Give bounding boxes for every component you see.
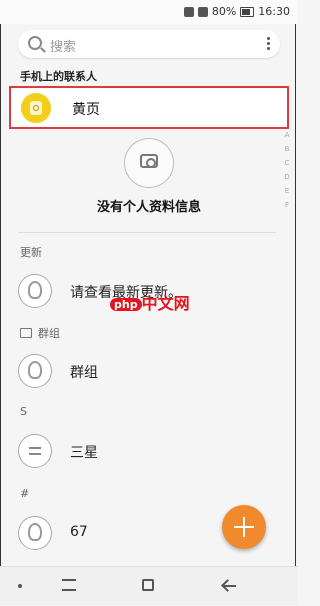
recent-apps-icon[interactable]	[62, 579, 76, 591]
samsung-icon	[29, 447, 41, 455]
yellow-pages-icon	[21, 93, 51, 123]
contact-67-avatar	[18, 516, 52, 550]
index-letter[interactable]: B	[282, 142, 292, 156]
navigation-bar	[0, 566, 298, 605]
profile-photo-button[interactable]	[124, 138, 174, 188]
watermark-php: php	[110, 298, 142, 311]
more-options-icon[interactable]	[267, 37, 270, 51]
yellow-pages-label: 黄页	[72, 102, 100, 118]
home-icon[interactable]	[142, 579, 154, 591]
index-letter[interactable]: F	[282, 198, 292, 212]
group-row[interactable]: 群组	[18, 352, 278, 392]
profile-empty-text: 没有个人资料信息	[96, 200, 201, 215]
section-s: S	[20, 405, 27, 418]
search-bar[interactable]: 搜索	[18, 30, 280, 58]
battery-icon	[240, 6, 255, 17]
search-icon	[28, 36, 42, 50]
watermark: php 中文网	[110, 290, 190, 314]
status-right: 80% 16:30	[183, 5, 290, 18]
samsung-label: 三星	[70, 445, 98, 461]
plus-icon	[234, 517, 254, 537]
alphabet-index[interactable]: A B C D E F	[282, 128, 292, 212]
group-label: 群组	[70, 365, 98, 381]
section-groups-label: 群组	[38, 327, 60, 340]
index-letter[interactable]: E	[282, 184, 292, 198]
person-icon	[28, 523, 42, 541]
person-icon	[28, 281, 42, 299]
yellow-pages-row[interactable]: 黄页	[9, 86, 289, 129]
section-updates: 更新	[20, 246, 42, 259]
person-icon	[28, 361, 42, 379]
search-placeholder: 搜索	[50, 40, 77, 55]
nav-dot-icon[interactable]	[18, 584, 22, 588]
divider	[18, 232, 276, 233]
section-groups: 群组	[20, 325, 60, 341]
section-phone-contacts: 手机上的联系人	[20, 70, 97, 83]
group-avatar	[18, 354, 52, 388]
signal-icon	[197, 6, 208, 17]
contact-67-label: 67	[70, 524, 88, 540]
samsung-avatar	[18, 434, 52, 468]
status-bar: 80% 16:30	[0, 0, 298, 24]
clock: 16:30	[258, 5, 290, 18]
index-letter[interactable]: A	[282, 128, 292, 142]
group-book-icon	[20, 328, 32, 338]
notification-icon	[183, 6, 194, 17]
battery-percent: 80%	[211, 5, 237, 18]
add-contact-button[interactable]	[222, 505, 266, 549]
index-letter[interactable]: C	[282, 156, 292, 170]
updates-avatar	[18, 274, 52, 308]
watermark-text: 中文网	[141, 294, 190, 313]
back-icon[interactable]	[222, 579, 236, 593]
index-letter[interactable]: D	[282, 170, 292, 184]
camera-icon	[140, 154, 158, 168]
section-hash: #	[20, 487, 30, 500]
samsung-row[interactable]: 三星	[18, 432, 278, 472]
